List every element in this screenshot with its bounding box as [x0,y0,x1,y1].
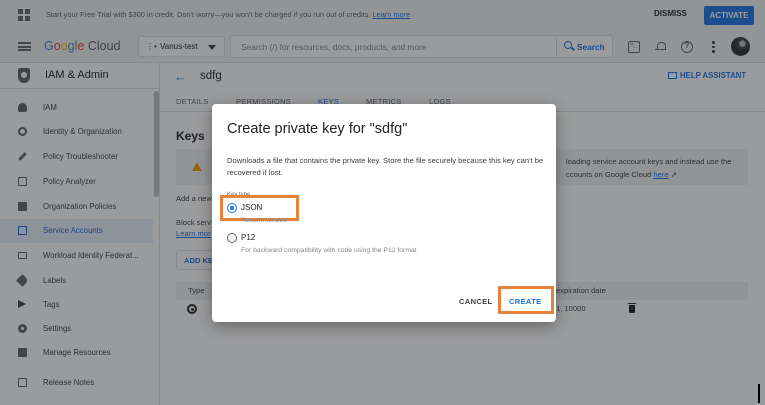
p12-radio[interactable] [227,233,237,243]
dialog-title: Create private key for "sdfg" [227,121,408,137]
json-recommended-text: Recommended [241,217,288,224]
json-option-label[interactable]: JSON [241,203,262,212]
p12-option-label[interactable]: P12 [241,233,255,242]
dialog-description: Downloads a file that contains the priva… [227,156,544,177]
p12-description: For backward compatibility with code usi… [241,247,417,254]
cancel-button[interactable]: CANCEL [459,297,492,306]
cursor-mark [758,384,760,403]
json-radio[interactable] [227,203,237,213]
create-private-key-dialog: Create private key for "sdfg" Downloads … [212,104,556,322]
create-button[interactable]: CREATE [509,297,541,306]
